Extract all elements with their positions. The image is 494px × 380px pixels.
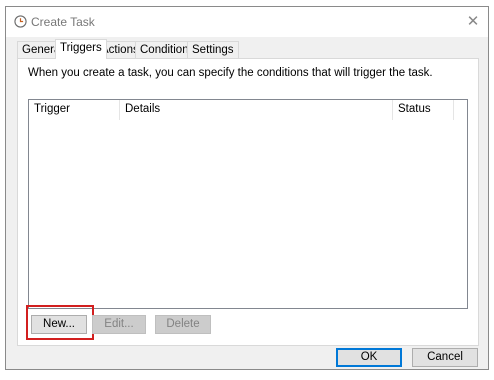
column-header-status[interactable]: Status bbox=[393, 100, 453, 120]
tab-settings[interactable]: Settings bbox=[187, 41, 239, 58]
triggers-description: When you create a task, you can specify … bbox=[28, 67, 433, 79]
background-bottom bbox=[0, 370, 494, 380]
cancel-button[interactable]: Cancel bbox=[412, 348, 478, 367]
create-task-dialog: Create Task ✕ General Triggers Actions C… bbox=[5, 6, 489, 370]
column-header-details[interactable]: Details bbox=[120, 100, 392, 120]
delete-trigger-button[interactable]: Delete bbox=[155, 315, 211, 334]
column-divider[interactable] bbox=[453, 100, 454, 120]
triggers-panel: When you create a task, you can specify … bbox=[17, 58, 479, 346]
tab-triggers[interactable]: Triggers bbox=[55, 39, 107, 59]
title-bar: Create Task ✕ bbox=[6, 7, 488, 37]
new-trigger-button[interactable]: New... bbox=[31, 315, 87, 334]
triggers-list[interactable]: Trigger Details Status bbox=[28, 99, 468, 309]
close-icon[interactable]: ✕ bbox=[466, 12, 480, 30]
ok-button[interactable]: OK bbox=[336, 348, 402, 367]
edit-trigger-button[interactable]: Edit... bbox=[92, 315, 146, 334]
column-header-trigger[interactable]: Trigger bbox=[29, 100, 119, 120]
window-title: Create Task bbox=[31, 15, 95, 29]
clock-icon bbox=[14, 15, 27, 28]
